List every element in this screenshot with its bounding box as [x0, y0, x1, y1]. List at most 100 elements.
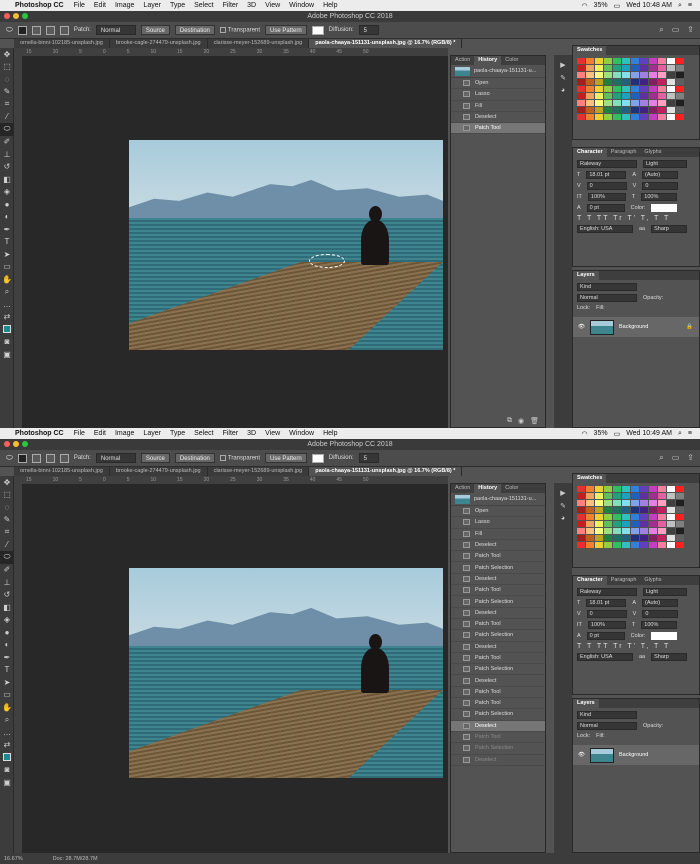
- document-photo[interactable]: [129, 140, 443, 350]
- color-swatch[interactable]: [595, 79, 603, 85]
- clock[interactable]: Wed 10:48 AM: [626, 2, 672, 9]
- move-tool-icon[interactable]: ✥: [0, 48, 14, 61]
- adjustments-icon[interactable]: ◕: [561, 515, 565, 522]
- menu-3d[interactable]: 3D: [247, 2, 256, 9]
- history-state[interactable]: Patch Selection: [451, 664, 545, 676]
- tab-glyphs[interactable]: Glyphs: [640, 148, 665, 157]
- color-swatch[interactable]: [631, 86, 639, 92]
- color-swatch[interactable]: [640, 100, 648, 106]
- type-tool-icon[interactable]: T: [0, 664, 14, 677]
- history-state[interactable]: Patch Tool: [451, 732, 545, 744]
- source-button[interactable]: Source: [140, 25, 170, 35]
- color-swatch[interactable]: [595, 521, 603, 527]
- color-swatch[interactable]: [631, 107, 639, 113]
- doc-tab-ornella[interactable]: ornella-binni-102185-unsplash.jpg: [14, 39, 110, 48]
- color-swatch[interactable]: [622, 535, 630, 541]
- color-swatch[interactable]: [586, 528, 594, 534]
- hand-tool-icon[interactable]: ✋: [0, 273, 14, 286]
- tab-actions[interactable]: Action: [451, 56, 474, 65]
- color-swatch[interactable]: [586, 72, 594, 78]
- history-state[interactable]: Deselect: [451, 540, 545, 552]
- history-state[interactable]: Fill: [451, 101, 545, 112]
- color-swatch[interactable]: [667, 93, 675, 99]
- visibility-eye-icon[interactable]: 👁: [578, 324, 585, 330]
- color-swatch[interactable]: [676, 535, 684, 541]
- color-swatch[interactable]: [631, 93, 639, 99]
- foreground-color[interactable]: [0, 751, 14, 764]
- search-icon[interactable]: ⌕: [678, 2, 682, 10]
- color-swatch[interactable]: [622, 93, 630, 99]
- color-swatch[interactable]: [658, 93, 666, 99]
- font-style-select[interactable]: Light: [643, 588, 687, 596]
- color-swatch[interactable]: [613, 79, 621, 85]
- color-swatch[interactable]: [649, 58, 657, 64]
- color-swatch[interactable]: [676, 79, 684, 85]
- color-swatch[interactable]: [613, 107, 621, 113]
- history-icon[interactable]: ▶: [560, 61, 565, 69]
- color-swatch[interactable]: [586, 535, 594, 541]
- color-swatch[interactable]: [658, 542, 666, 548]
- color-swatch[interactable]: [613, 535, 621, 541]
- color-swatch[interactable]: [622, 79, 630, 85]
- tab-character[interactable]: Character: [573, 148, 607, 157]
- color-swatch[interactable]: [649, 528, 657, 534]
- intersect-selection-icon[interactable]: [59, 453, 69, 463]
- menu-help[interactable]: Help: [323, 430, 337, 437]
- color-swatch[interactable]: [658, 507, 666, 513]
- doc-tab-ornella[interactable]: ornella-binni-102185-unsplash.jpg: [14, 467, 110, 476]
- tab-swatches[interactable]: Swatches: [573, 46, 607, 55]
- color-swatch[interactable]: [667, 486, 675, 492]
- doc-tab-paola[interactable]: paola-chaaya-151131-unsplash.jpg @ 16.7%…: [309, 467, 463, 476]
- patch-mode-select[interactable]: Normal: [95, 25, 136, 35]
- pattern-picker[interactable]: [311, 453, 324, 463]
- color-swatch[interactable]: [586, 500, 594, 506]
- eyedropper-tool-icon[interactable]: ⁄: [0, 539, 14, 552]
- search-icon[interactable]: ⌕: [659, 453, 663, 463]
- color-swatch[interactable]: [640, 521, 648, 527]
- color-swatch[interactable]: [577, 542, 585, 548]
- color-swatch[interactable]: [613, 528, 621, 534]
- color-swatch[interactable]: [586, 86, 594, 92]
- color-swatch[interactable]: [604, 507, 612, 513]
- color-swatch[interactable]: [613, 486, 621, 492]
- color-swatch[interactable]: [622, 521, 630, 527]
- color-swatch[interactable]: [604, 486, 612, 492]
- color-swatch[interactable]: [622, 65, 630, 71]
- camera-icon[interactable]: ◉: [518, 417, 524, 425]
- menu-layer[interactable]: Layer: [143, 2, 161, 9]
- color-swatch[interactable]: [595, 86, 603, 92]
- color-swatch[interactable]: [586, 514, 594, 520]
- adjustments-icon[interactable]: ◕: [561, 87, 565, 94]
- color-swatch[interactable]: [613, 65, 621, 71]
- doc-tab-paola[interactable]: paola-chaaya-151131-unsplash.jpg @ 16.7%…: [309, 39, 463, 48]
- path-select-icon[interactable]: ➤: [0, 676, 14, 689]
- color-swatch[interactable]: [658, 500, 666, 506]
- search-icon[interactable]: ⌕: [659, 25, 663, 35]
- history-state[interactable]: Patch Selection: [451, 562, 545, 574]
- color-swatch[interactable]: [658, 114, 666, 120]
- color-swatch[interactable]: [676, 100, 684, 106]
- color-swatch[interactable]: [649, 114, 657, 120]
- color-swatch[interactable]: [613, 542, 621, 548]
- doc-tab-clarisse[interactable]: clarisse-meyer-152689-unsplash.jpg: [208, 39, 310, 48]
- history-snapshot[interactable]: paola-chaaya-151131-u...: [451, 493, 545, 506]
- tab-layers[interactable]: Layers: [573, 271, 599, 280]
- share-icon[interactable]: ⇪: [687, 25, 694, 35]
- color-swatch[interactable]: [649, 72, 657, 78]
- crop-tool-icon[interactable]: ⌗: [0, 98, 14, 111]
- color-swatch[interactable]: [658, 65, 666, 71]
- zoom-tool-icon[interactable]: ⌕: [0, 286, 14, 299]
- color-swatch[interactable]: [676, 486, 684, 492]
- color-swatch[interactable]: [640, 500, 648, 506]
- history-brush-icon[interactable]: ↺: [0, 589, 14, 602]
- color-swap-icon[interactable]: ⇄: [0, 739, 14, 752]
- menu-image[interactable]: Image: [115, 430, 134, 437]
- tab-paragraph[interactable]: Paragraph: [607, 148, 641, 157]
- tab-history[interactable]: History: [474, 56, 502, 65]
- color-swatch[interactable]: [676, 521, 684, 527]
- color-swatch[interactable]: [595, 58, 603, 64]
- color-swatch[interactable]: [622, 507, 630, 513]
- color-swatch[interactable]: [586, 114, 594, 120]
- history-state[interactable]: Patch Selection: [451, 596, 545, 608]
- eraser-tool-icon[interactable]: ◧: [0, 173, 14, 186]
